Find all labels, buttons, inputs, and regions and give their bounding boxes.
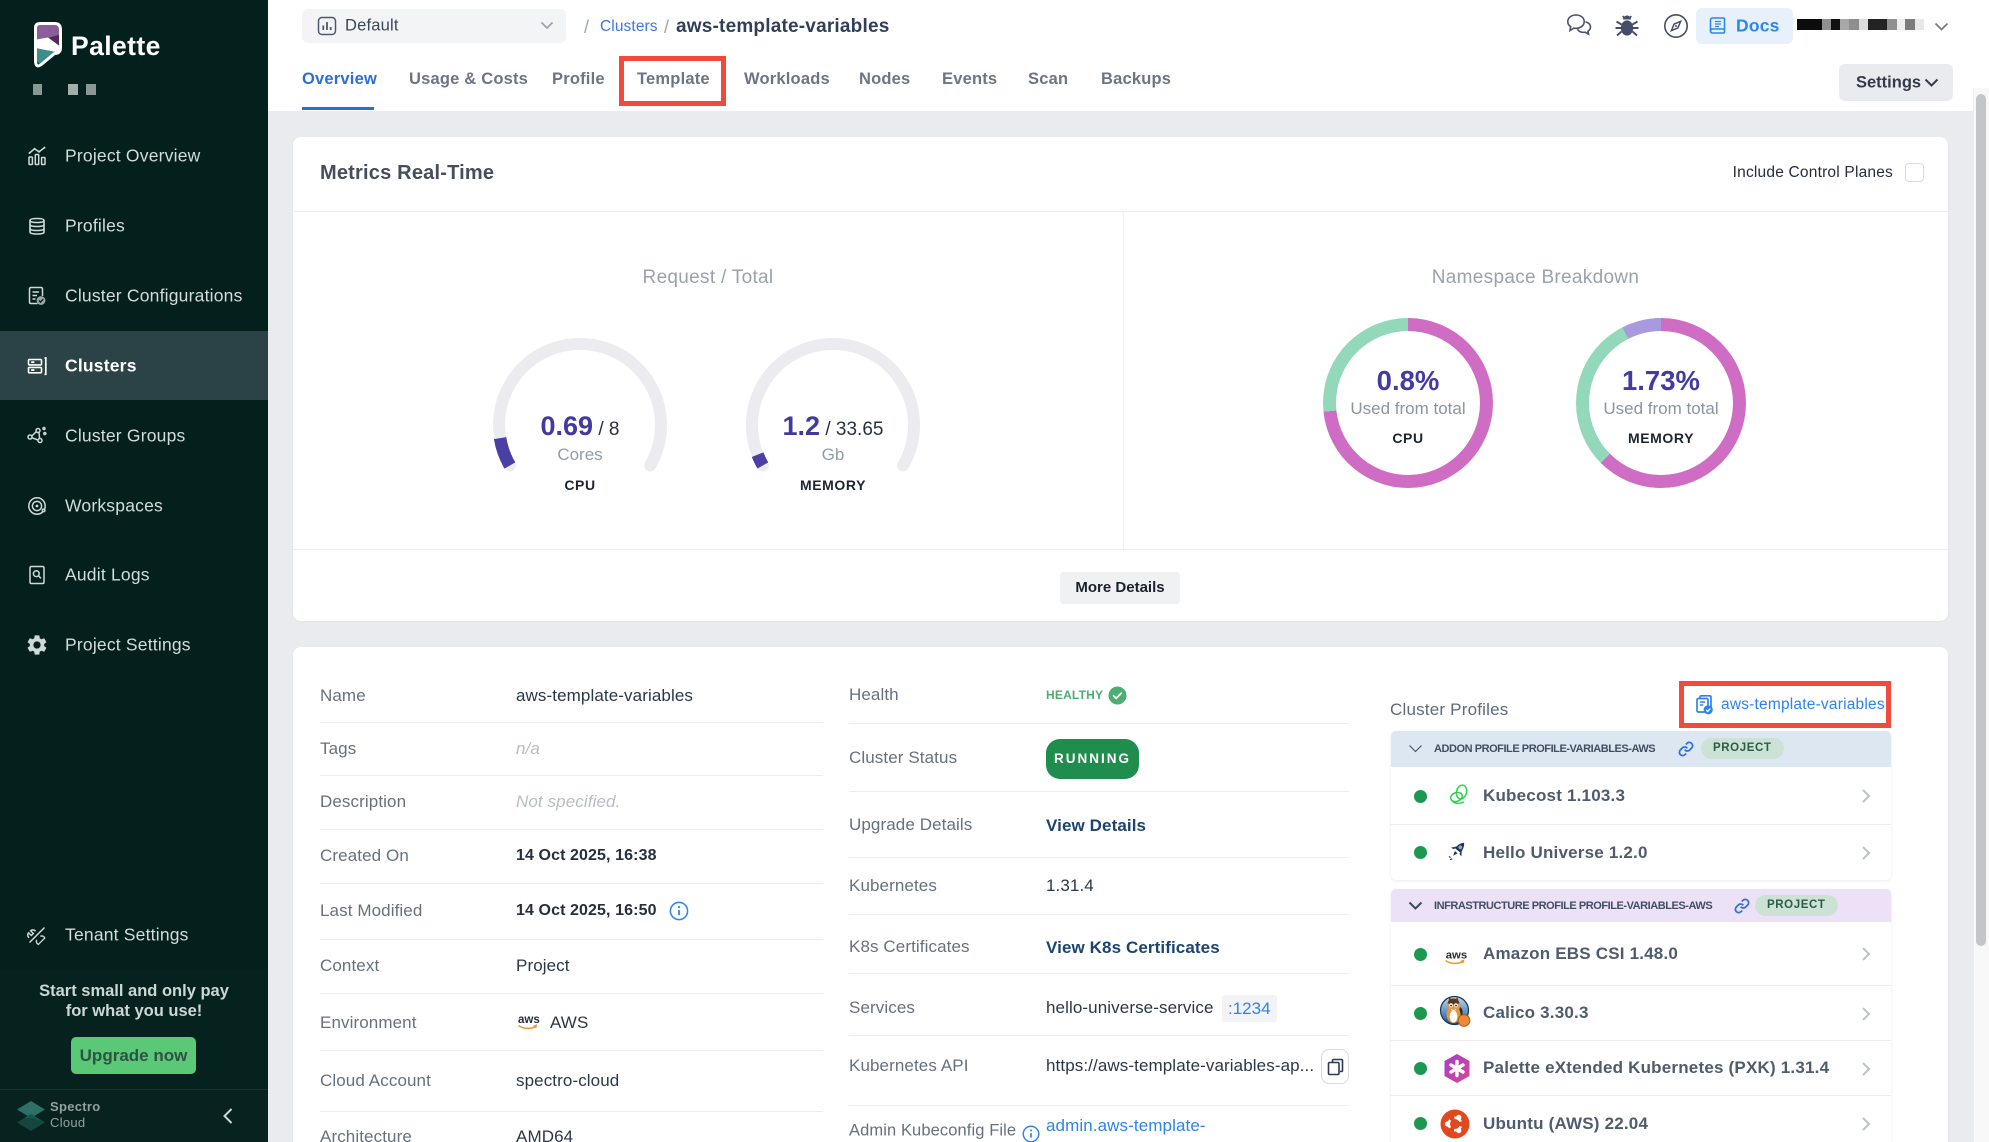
- svg-text:aws: aws: [518, 1014, 540, 1026]
